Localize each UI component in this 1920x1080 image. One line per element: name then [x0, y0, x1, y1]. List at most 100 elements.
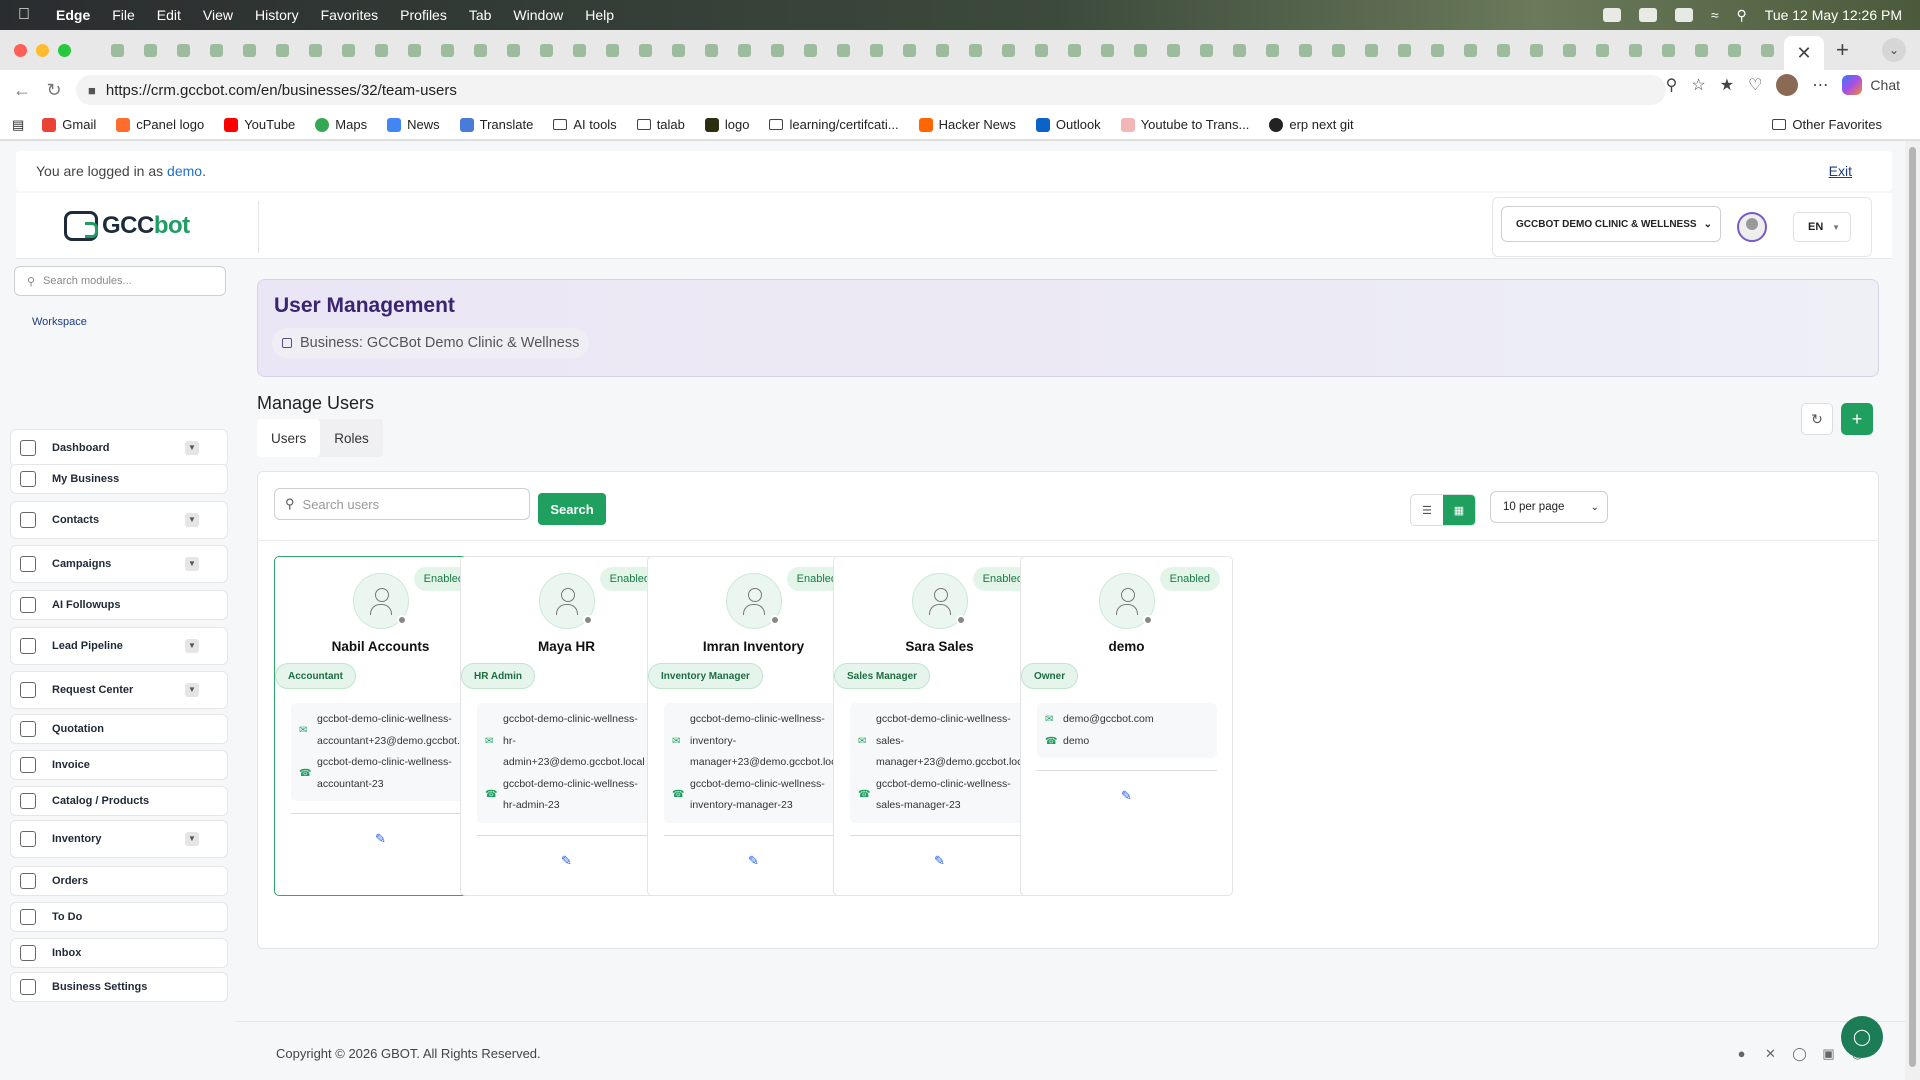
bookmark-gmail[interactable]: Gmail: [42, 117, 96, 132]
menu-app-name[interactable]: Edge: [56, 7, 90, 23]
active-tab-close-icon[interactable]: ✕: [1784, 36, 1824, 70]
browser-tab[interactable]: [398, 35, 431, 65]
tray-app-icon[interactable]: [1602, 8, 1621, 22]
browser-tab[interactable]: [1685, 35, 1718, 65]
user-card[interactable]: Enabled Maya HR HR Admin ✉ gccbot-demo-clini…: [460, 556, 673, 896]
browser-tab[interactable]: [1157, 35, 1190, 65]
browser-tab[interactable]: [365, 35, 398, 65]
heart-icon[interactable]: ♡: [1748, 75, 1762, 95]
bookmark-cpanel[interactable]: cPanel logo: [116, 117, 204, 132]
user-avatar[interactable]: [1737, 212, 1767, 242]
browser-tab[interactable]: [662, 35, 695, 65]
browser-tab[interactable]: [1751, 35, 1784, 65]
tab-users[interactable]: Users: [257, 419, 321, 457]
browser-tab[interactable]: [1487, 35, 1520, 65]
sidebar-item-to-do[interactable]: To Do: [10, 902, 228, 932]
chat-widget-button[interactable]: ◯: [1841, 1016, 1883, 1058]
browser-tab[interactable]: [1223, 35, 1256, 65]
sidebar-item-ai-followups[interactable]: AI Followups: [10, 590, 228, 620]
sidebar-item-inventory[interactable]: Inventory ▼: [10, 820, 228, 858]
wifi-icon[interactable]: ≈: [1711, 7, 1719, 23]
browser-tab[interactable]: [1190, 35, 1223, 65]
search-button[interactable]: Search: [538, 493, 606, 525]
scrollbar-thumb[interactable]: [1909, 147, 1916, 1067]
browser-tab[interactable]: [1124, 35, 1157, 65]
edit-icon[interactable]: ✎: [1021, 788, 1232, 804]
edit-icon[interactable]: ✎: [834, 853, 1045, 869]
star-icon[interactable]: ☆: [1691, 75, 1705, 95]
browser-tab[interactable]: [530, 35, 563, 65]
clock[interactable]: Tue 12 May 12:26 PM: [1765, 7, 1902, 23]
maximize-window-button[interactable]: [58, 43, 71, 57]
bookmark-learning[interactable]: learning/certifcati...: [769, 117, 899, 132]
browser-tab[interactable]: [431, 35, 464, 65]
sidebar-item-my-business[interactable]: My Business: [10, 464, 228, 494]
browser-tab[interactable]: [695, 35, 728, 65]
list-view-icon[interactable]: ☰: [1411, 495, 1443, 525]
browser-tab[interactable]: [233, 35, 266, 65]
grid-view-icon[interactable]: ▦: [1443, 495, 1475, 525]
browser-tab[interactable]: [1289, 35, 1322, 65]
edit-icon[interactable]: ✎: [648, 853, 859, 869]
sidebar-item-business-settings[interactable]: Business Settings: [10, 972, 228, 1002]
browser-tab[interactable]: [1058, 35, 1091, 65]
browser-tab[interactable]: [1322, 35, 1355, 65]
menu-edit[interactable]: Edit: [157, 7, 181, 23]
user-card[interactable]: Enabled Imran Inventory Inventory Manager ✉…: [647, 556, 860, 896]
browser-tab[interactable]: [893, 35, 926, 65]
user-card[interactable]: Enabled demo Owner ✉ demo@gccbot.com ☎ demo ✎: [1020, 556, 1233, 896]
sidebar-item-dashboard[interactable]: Dashboard ▼: [10, 429, 228, 467]
menu-file[interactable]: File: [112, 7, 135, 23]
page-scrollbar[interactable]: [1905, 141, 1920, 1080]
bookmark-news[interactable]: News: [387, 117, 440, 132]
chevron-down-icon[interactable]: ▼: [185, 683, 199, 697]
x-icon[interactable]: ✕: [1763, 1046, 1778, 1061]
browser-tab[interactable]: [497, 35, 530, 65]
menu-help[interactable]: Help: [585, 7, 614, 23]
chevron-down-icon[interactable]: ▼: [185, 639, 199, 653]
address-bar[interactable]: ■ https://crm.gccbot.com/en/businesses/3…: [76, 75, 1666, 105]
browser-tab[interactable]: [1553, 35, 1586, 65]
menu-profiles[interactable]: Profiles: [400, 7, 447, 23]
language-select[interactable]: EN ▼: [1793, 212, 1851, 242]
menu-window[interactable]: Window: [513, 7, 563, 23]
menu-tab[interactable]: Tab: [469, 7, 492, 23]
tab-roles[interactable]: Roles: [320, 419, 383, 457]
refresh-button[interactable]: ↻: [1801, 403, 1833, 435]
sidebar-item-campaigns[interactable]: Campaigns ▼: [10, 545, 228, 583]
sidebar-item-catalog-products[interactable]: Catalog / Products: [10, 786, 228, 816]
bookmark-erp-git[interactable]: erp next git: [1269, 117, 1354, 132]
tray-cloud-icon[interactable]: [1638, 8, 1657, 22]
user-card[interactable]: Enabled Sara Sales Sales Manager ✉ gccbot-de…: [833, 556, 1046, 896]
apple-icon[interactable]: : [18, 6, 40, 24]
browser-tab[interactable]: [1091, 35, 1124, 65]
tray-battery-icon[interactable]: [1674, 8, 1693, 22]
more-icon[interactable]: ⋯: [1812, 75, 1828, 95]
sidebar-item-orders[interactable]: Orders: [10, 866, 228, 896]
back-icon[interactable]: ←: [12, 80, 32, 101]
chevron-down-icon[interactable]: ▼: [185, 557, 199, 571]
browser-tab[interactable]: [1652, 35, 1685, 65]
browser-tab[interactable]: [1256, 35, 1289, 65]
user-card[interactable]: Enabled Nabil Accounts Accountant ✉ gccbot-d…: [274, 556, 487, 896]
browser-tab[interactable]: [992, 35, 1025, 65]
browser-tab[interactable]: [794, 35, 827, 65]
browser-tab[interactable]: [1619, 35, 1652, 65]
browser-tab[interactable]: [596, 35, 629, 65]
per-page-select[interactable]: 10 per page ⌄: [1490, 491, 1608, 523]
spotlight-search-icon[interactable]: ⚲: [1737, 7, 1747, 24]
bookmark-logo[interactable]: logo: [704, 117, 749, 132]
other-favorites[interactable]: Other Favorites: [1772, 117, 1882, 132]
browser-tab[interactable]: [1025, 35, 1058, 65]
menu-history[interactable]: History: [255, 7, 299, 23]
browser-tab[interactable]: [1355, 35, 1388, 65]
sidebar-toggle-icon[interactable]: ▤: [12, 117, 24, 133]
facebook-icon[interactable]: ●: [1734, 1046, 1749, 1061]
browser-tab[interactable]: [728, 35, 761, 65]
edit-icon[interactable]: ✎: [461, 853, 672, 869]
favorites-icon[interactable]: ★: [1720, 75, 1734, 95]
bookmark-hacker-news[interactable]: Hacker News: [918, 117, 1016, 132]
bookmark-talab[interactable]: talab: [636, 117, 685, 132]
copilot-chat-button[interactable]: Chat: [1842, 75, 1900, 95]
bookmark-outlook[interactable]: Outlook: [1035, 117, 1101, 132]
